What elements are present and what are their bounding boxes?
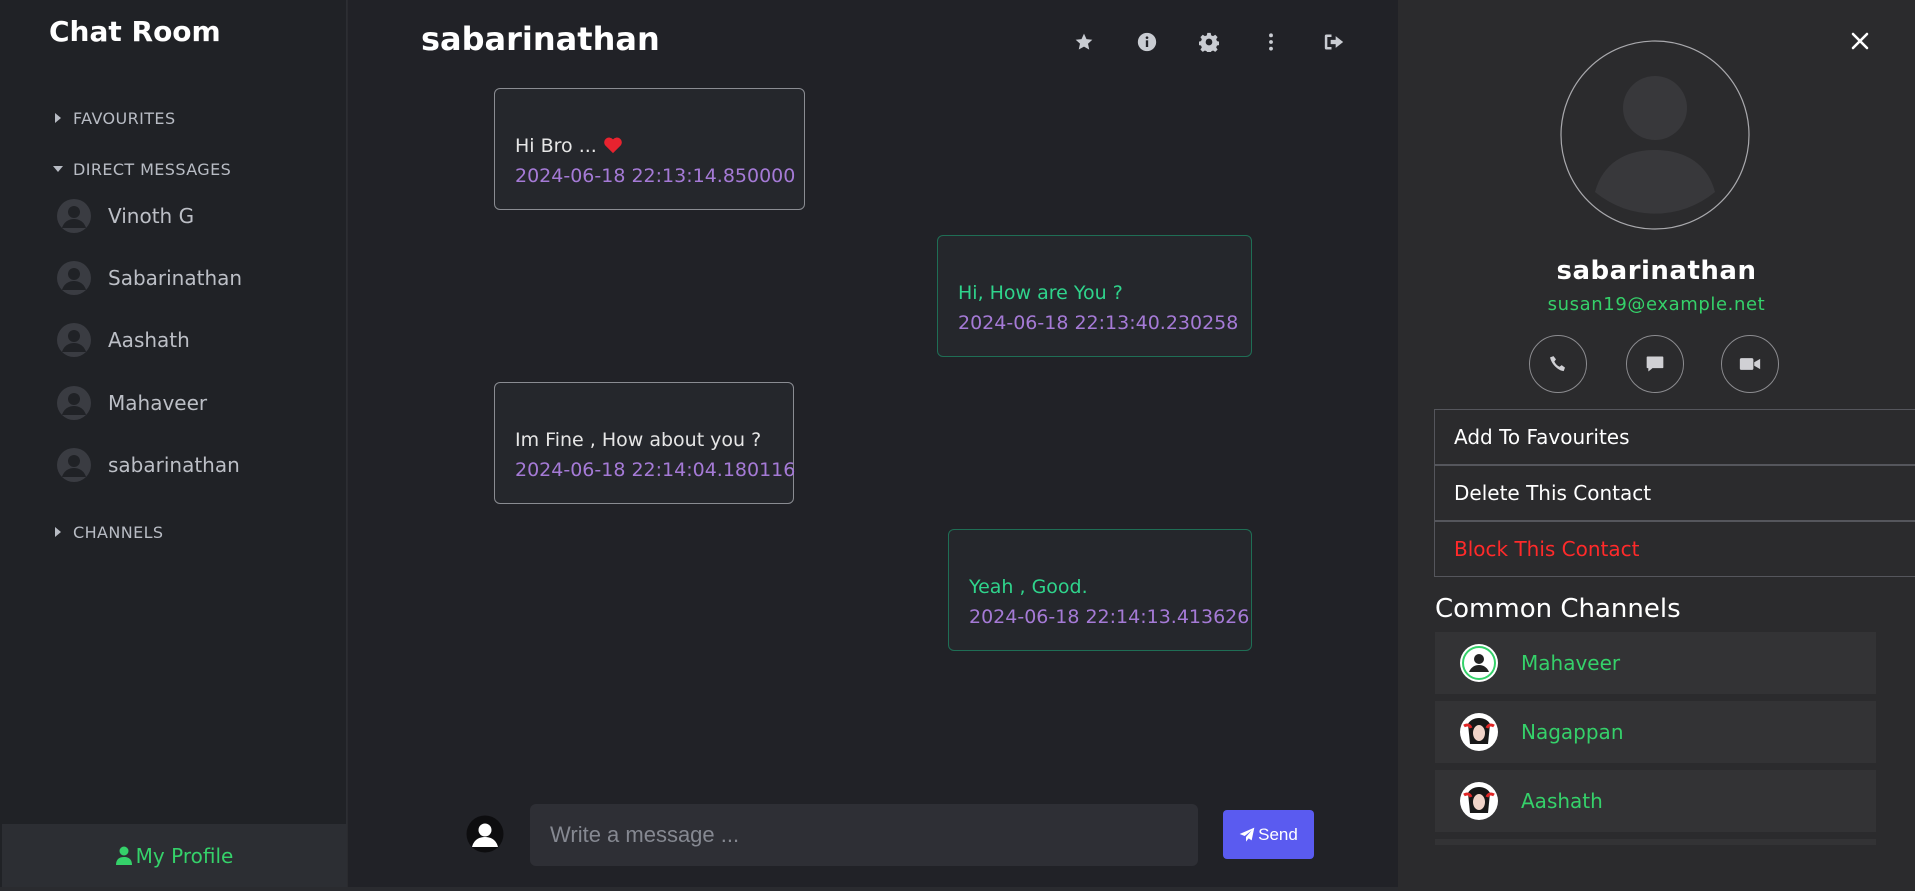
- channels-section-toggle[interactable]: CHANNELS: [52, 520, 163, 544]
- favourites-section-toggle[interactable]: FAVOURITES: [52, 106, 176, 130]
- channel-avatar: [1460, 713, 1498, 751]
- direct-messages-label: DIRECT MESSAGES: [73, 159, 232, 179]
- delete-contact-button[interactable]: Delete This Contact: [1434, 465, 1915, 521]
- message-timestamp: 2024-06-18 22:14:13.413626: [969, 606, 1250, 628]
- message-text-content: Hi Bro ...: [515, 135, 597, 157]
- caret-right-icon: [52, 113, 64, 123]
- channel-item-mahaveer[interactable]: Mahaveer: [1435, 632, 1876, 694]
- sidebar-contact-aashath[interactable]: Aashath: [56, 320, 190, 360]
- channel-item-aashath[interactable]: Aashath: [1435, 770, 1876, 832]
- message-text: Hi Bro ...: [515, 131, 784, 161]
- message-text: Yeah , Good.: [969, 576, 1088, 598]
- user-icon: [115, 846, 132, 865]
- user-avatar-icon: [57, 261, 91, 295]
- channel-name: Mahaveer: [1521, 651, 1621, 675]
- contact-name: Sabarinathan: [108, 266, 243, 290]
- add-to-favourites-button[interactable]: Add To Favourites: [1434, 409, 1915, 465]
- message-timestamp: 2024-06-18 22:14:04.180116: [515, 459, 796, 481]
- channel-avatar: [1460, 782, 1498, 820]
- close-icon[interactable]: [1849, 30, 1871, 52]
- user-avatar-icon: [57, 448, 91, 482]
- contact-name: Mahaveer: [108, 391, 208, 415]
- video-call-button[interactable]: [1721, 335, 1779, 393]
- heart-emoji-icon: [604, 137, 622, 154]
- message-button[interactable]: [1626, 335, 1684, 393]
- message-text: Im Fine , How about you ?: [515, 429, 762, 451]
- message-bubble-outgoing: Yeah , Good. 2024-06-18 22:14:13.413626: [948, 529, 1252, 651]
- sidebar-contact-sabarinathan-2[interactable]: sabarinathan: [56, 445, 240, 485]
- contact-avatar: [1560, 40, 1750, 230]
- app-title: Chat Room: [49, 15, 221, 48]
- block-contact-button[interactable]: Block This Contact: [1434, 521, 1915, 577]
- send-button[interactable]: Send: [1223, 810, 1314, 859]
- call-button[interactable]: [1529, 335, 1587, 393]
- star-icon[interactable]: [1072, 30, 1096, 54]
- caret-right-icon: [52, 527, 64, 537]
- message-bubble-incoming: Im Fine , How about you ? 2024-06-18 22:…: [494, 382, 796, 504]
- favourites-label: FAVOURITES: [73, 108, 176, 128]
- user-avatar-icon: [57, 386, 91, 420]
- channel-name: Aashath: [1521, 789, 1603, 813]
- channel-list-overflow: [1435, 839, 1876, 845]
- chat-title: sabarinathan: [421, 20, 660, 58]
- contact-name: Aashath: [108, 328, 190, 352]
- ellipsis-vertical-icon[interactable]: [1259, 30, 1283, 54]
- message-input[interactable]: [530, 804, 1198, 866]
- my-profile-label: My Profile: [135, 843, 234, 868]
- sidebar: Chat Room FAVOURITES DIRECT MESSAGES Vin…: [0, 0, 347, 887]
- direct-messages-section-toggle[interactable]: DIRECT MESSAGES: [52, 157, 231, 181]
- my-avatar: [466, 815, 504, 853]
- channel-name: Nagappan: [1521, 720, 1624, 744]
- gear-icon[interactable]: [1197, 30, 1221, 54]
- contact-name: Vinoth G: [108, 204, 195, 228]
- message-bubble-outgoing: Hi, How are You ? 2024-06-18 22:13:40.23…: [937, 235, 1252, 357]
- message-icon: [1646, 356, 1664, 372]
- logout-icon[interactable]: [1322, 30, 1346, 54]
- caret-down-icon: [52, 166, 64, 172]
- message-timestamp: 2024-06-18 22:13:40.230258: [958, 312, 1239, 334]
- chat-area: sabarinathan Hi Bro ... 2024-06-18 22:13…: [348, 0, 1398, 887]
- video-icon: [1739, 358, 1761, 370]
- phone-icon: [1550, 356, 1565, 372]
- common-channels-heading: Common Channels: [1435, 594, 1681, 624]
- message-text: Hi, How are You ?: [958, 282, 1123, 304]
- sidebar-contact-sabarinathan[interactable]: Sabarinathan: [56, 258, 242, 298]
- user-avatar-icon: [57, 199, 91, 233]
- sidebar-contact-mahaveer[interactable]: Mahaveer: [56, 383, 207, 423]
- my-profile-button[interactable]: My Profile: [2, 824, 347, 887]
- user-avatar-icon: [57, 323, 91, 357]
- contact-email: susan19@example.net: [1547, 294, 1766, 315]
- channel-avatar: [1460, 644, 1498, 682]
- contact-name-heading: sabarinathan: [1556, 256, 1757, 286]
- message-bubble-incoming: Hi Bro ... 2024-06-18 22:13:14.850000: [494, 88, 805, 210]
- message-timestamp: 2024-06-18 22:13:14.850000: [515, 165, 796, 187]
- channels-label: CHANNELS: [73, 522, 164, 542]
- info-icon[interactable]: [1135, 30, 1159, 54]
- paper-plane-icon: [1239, 827, 1255, 842]
- channel-item-nagappan[interactable]: Nagappan: [1435, 701, 1876, 763]
- send-label: Send: [1258, 824, 1298, 844]
- sidebar-contact-vinoth-g[interactable]: Vinoth G: [56, 196, 194, 236]
- contact-name: sabarinathan: [108, 453, 240, 477]
